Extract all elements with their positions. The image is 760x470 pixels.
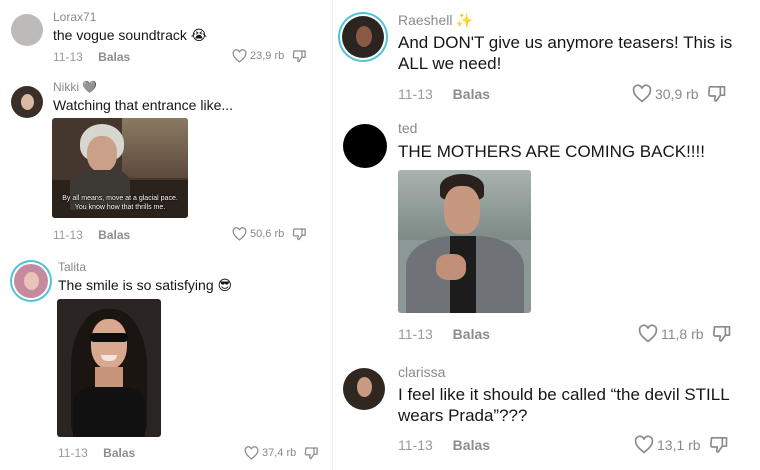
comment-username[interactable]: Lorax71: [53, 10, 96, 24]
comment-actions: 50,6 rb: [232, 227, 307, 241]
gif-person-face: [87, 136, 117, 172]
comment-gif[interactable]: By all means, move at a glacial pace. Yo…: [52, 118, 188, 218]
thumbs-down-outline-icon[interactable]: [712, 324, 732, 343]
avatar[interactable]: [342, 16, 384, 58]
comment-username[interactable]: Talita: [58, 260, 86, 274]
avatar[interactable]: [11, 86, 43, 118]
comment-username[interactable]: clarissa: [398, 364, 445, 380]
comment-text: The smile is so satisfying 😎: [58, 277, 233, 293]
comment-gif[interactable]: [57, 299, 161, 437]
comment-date: 11-13: [398, 86, 433, 102]
avatar-face: [21, 94, 34, 110]
gif-hand: [436, 254, 466, 280]
comment-date: 11-13: [53, 50, 83, 64]
avatar-face: [24, 272, 39, 290]
thumbs-down-outline-icon[interactable]: [292, 227, 307, 241]
like-count: 50,6 rb: [250, 228, 285, 240]
avatar-face: [357, 377, 372, 397]
comment-meta: 11-13 Balas: [58, 446, 135, 460]
comment-username[interactable]: Raeshell ✨: [398, 12, 473, 29]
comment-meta: 11-13 Balas: [398, 86, 490, 102]
reply-button[interactable]: Balas: [98, 50, 130, 64]
gif-background-window: [122, 118, 188, 178]
thumbs-down-outline-icon[interactable]: [707, 84, 727, 103]
comment-username[interactable]: ted: [398, 120, 417, 136]
comment-text: Watching that entrance like...: [53, 97, 234, 113]
heart-outline-icon[interactable]: [632, 84, 652, 103]
avatar-face: [356, 26, 372, 47]
like-count: 13,1 rb: [657, 436, 701, 453]
like-count: 11,8 rb: [661, 325, 704, 342]
reply-button[interactable]: Balas: [453, 326, 490, 342]
comment-text: THE MOTHERS ARE COMING BACK!!!!: [398, 142, 705, 161]
reply-button[interactable]: Balas: [98, 228, 130, 242]
reply-button[interactable]: Balas: [103, 446, 135, 460]
heart-outline-icon[interactable]: [638, 324, 658, 343]
comment-date: 11-13: [58, 446, 88, 460]
avatar[interactable]: [343, 124, 387, 168]
comment-text: I feel like it should be called “the dev…: [398, 385, 730, 425]
comment-gif[interactable]: [398, 170, 531, 313]
gif-caption: By all means, move at a glacial pace. Yo…: [62, 195, 178, 211]
comment-actions: 11,8 rb: [638, 324, 732, 343]
comment-meta: 11-13 Balas: [398, 437, 490, 453]
gif-face: [91, 319, 127, 369]
heart-outline-icon[interactable]: [232, 49, 247, 63]
reply-button[interactable]: Balas: [453, 86, 490, 102]
avatar[interactable]: [343, 368, 385, 410]
comment-meta: 11-13 Balas: [398, 326, 490, 342]
comment-actions: 23,9 rb: [232, 49, 307, 63]
comment-actions: 30,9 rb: [632, 84, 727, 103]
comment-meta: 11-13 Balas: [53, 228, 130, 242]
thumbs-down-outline-icon[interactable]: [709, 435, 729, 454]
comment-text: And DON'T give us anymore teasers! This …: [398, 33, 733, 73]
reply-button[interactable]: Balas: [453, 437, 490, 453]
like-count: 30,9 rb: [655, 85, 699, 102]
comment-username[interactable]: Nikki 🩶: [53, 80, 97, 94]
heart-outline-icon[interactable]: [232, 227, 247, 241]
gif-sunglasses: [90, 333, 128, 342]
thumbs-down-outline-icon[interactable]: [292, 49, 307, 63]
heart-outline-icon[interactable]: [244, 446, 259, 460]
gif-dress: [73, 387, 145, 437]
comment-text: the vogue soundtrack 😭: [53, 27, 208, 43]
comment-date: 11-13: [398, 326, 433, 342]
comment-date: 11-13: [398, 437, 433, 453]
gif-face: [444, 186, 480, 234]
comment-date: 11-13: [53, 228, 83, 242]
avatar[interactable]: [14, 264, 48, 298]
like-count: 23,9 rb: [250, 50, 285, 62]
avatar[interactable]: [11, 14, 43, 46]
heart-outline-icon[interactable]: [634, 435, 654, 454]
like-count: 37,4 rb: [262, 447, 297, 459]
comment-actions: 13,1 rb: [634, 435, 729, 454]
comment-actions: 37,4 rb: [244, 446, 319, 460]
column-divider: [332, 0, 333, 470]
comment-meta: 11-13 Balas: [53, 50, 130, 64]
thumbs-down-outline-icon[interactable]: [304, 446, 319, 460]
